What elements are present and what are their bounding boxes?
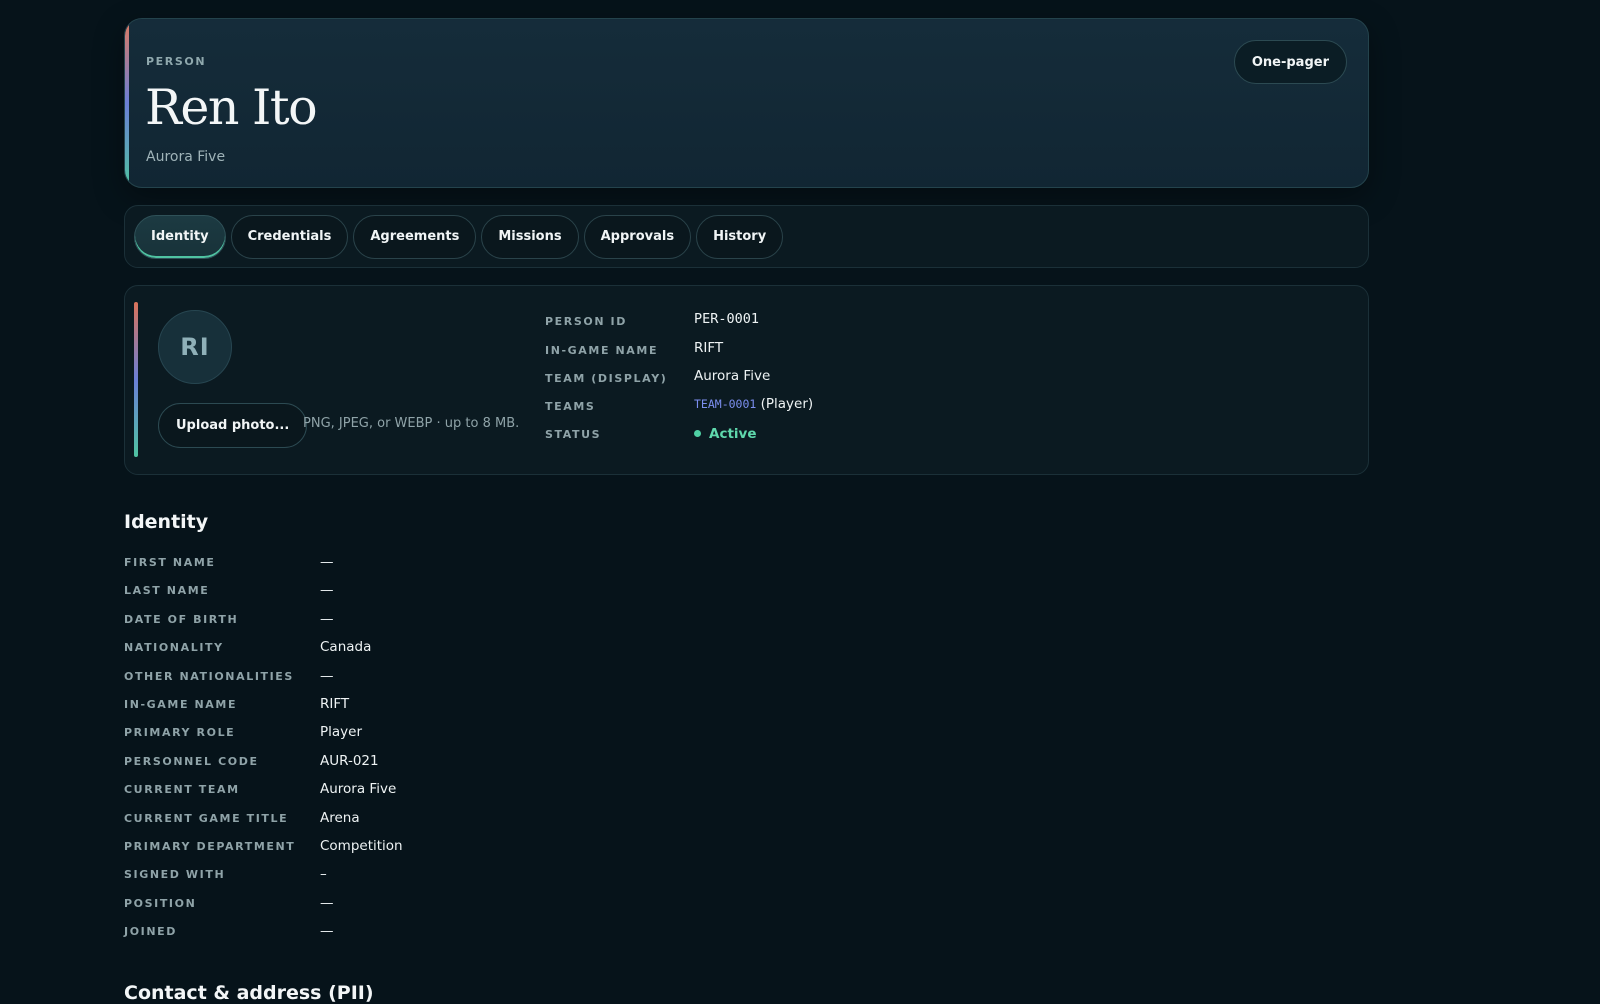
profile-accent-bar [134,302,138,457]
status-value: Active [694,426,757,442]
identity-field-row: IN-GAME NAME RIFT [124,696,824,716]
identity-field-label: CURRENT TEAM [124,783,240,797]
identity-field-row: POSITION — [124,895,824,915]
tab-bar: Identity Credentials Agreements Missions… [124,205,1369,268]
identity-field-label: JOINED [124,925,177,939]
identity-field-row: SIGNED WITH – [124,866,824,886]
person-id-label: PERSON ID [545,315,627,328]
identity-field-row: CURRENT TEAM Aurora Five [124,781,824,801]
identity-field-label: SIGNED WITH [124,868,226,882]
identity-field-label: IN-GAME NAME [124,698,238,711]
identity-field-row: FIRST NAME — [124,554,824,574]
identity-field-row: LAST NAME — [124,582,824,602]
identity-field-value: Aurora Five [320,781,397,798]
tab-approvals[interactable]: Approvals [583,214,692,259]
identity-field-label: CURRENT GAME TITLE [124,811,289,825]
tab-agreements[interactable]: Agreements [353,214,477,259]
tab-missions[interactable]: Missions [481,214,579,259]
identity-field-label: PERSONNEL CODE [124,754,259,768]
team-display-value: Aurora Five [694,368,771,384]
identity-field-value: Player [320,724,363,741]
identity-field-value: — [320,582,334,599]
identity-field-row: NATIONALITY Canada [124,639,824,659]
identity-field-value: — [320,554,334,570]
identity-field-row: OTHER NATIONALITIES — [124,668,824,688]
page-subtitle: Aurora Five [146,149,226,165]
identity-field-value: — [320,894,334,911]
status-label: STATUS [545,428,602,441]
identity-field-label: POSITION [124,896,197,910]
identity-field-label: NATIONALITY [124,641,224,655]
teams-value: TEAM-0001 (Player) [694,396,813,412]
identity-field-row: PRIMARY ROLE Player [124,724,824,744]
identity-field-value: AUR-021 [320,752,379,769]
avatar: RI [158,310,232,384]
team-role: (Player) [760,396,814,412]
identity-field-label: OTHER NATIONALITIES [124,669,294,683]
identity-field-row: PERSONNEL CODE AUR-021 [124,753,824,773]
identity-field-label: PRIMARY ROLE [124,726,236,740]
ign-label: IN-GAME NAME [545,344,659,357]
upload-hint: PNG, JPEG, or WEBP · up to 8 MB. [303,416,520,431]
one-pager-button[interactable]: One-pager [1233,40,1347,84]
identity-field-value: Competition [320,838,403,854]
identity-field-value: – [320,866,327,883]
identity-section-title: Identity [124,511,209,533]
profile-summary-card: RI Upload photo... PNG, JPEG, or WEBP · … [124,285,1369,475]
identity-field-value: Canada [320,639,372,656]
team-link[interactable]: TEAM-0001 [694,397,756,411]
identity-field-value: Arena [320,809,360,826]
identity-field-value: — [320,610,334,627]
tab-identity[interactable]: Identity [134,214,226,259]
identity-field-value: RIFT [320,696,350,712]
tab-credentials[interactable]: Credentials [230,214,349,259]
identity-field-row: CURRENT GAME TITLE Arena [124,810,824,830]
person-header-card: PERSON Ren Ito Aurora Five One-pager [124,18,1369,188]
teams-label: TEAMS [545,400,596,413]
identity-field-label: DATE OF BIRTH [124,612,239,626]
identity-field-value: — [320,923,334,940]
header-accent-bar [125,19,129,187]
status-dot-icon [694,429,701,437]
contact-section-title: Contact & address (PII) [124,982,374,1004]
identity-field-value: — [320,667,334,684]
person-page: PERSON Ren Ito Aurora Five One-pager Ide… [124,18,1369,1004]
tab-history[interactable]: History [696,214,784,259]
identity-field-row: JOINED — [124,923,824,943]
person-id-value: PER-0001 [694,311,760,327]
identity-field-label: LAST NAME [124,584,210,598]
ign-value: RIFT [694,340,724,356]
identity-field-row: DATE OF BIRTH — [124,611,824,631]
header-eyebrow: PERSON [146,55,207,68]
status-badge: Active [709,426,757,442]
identity-field-row: PRIMARY DEPARTMENT Competition [124,838,824,858]
identity-field-label: PRIMARY DEPARTMENT [124,840,296,853]
upload-photo-button[interactable]: Upload photo... [158,403,308,448]
team-display-label: TEAM (DISPLAY) [545,372,668,385]
page-title: Ren Ito [145,79,318,136]
identity-field-label: FIRST NAME [124,556,216,569]
